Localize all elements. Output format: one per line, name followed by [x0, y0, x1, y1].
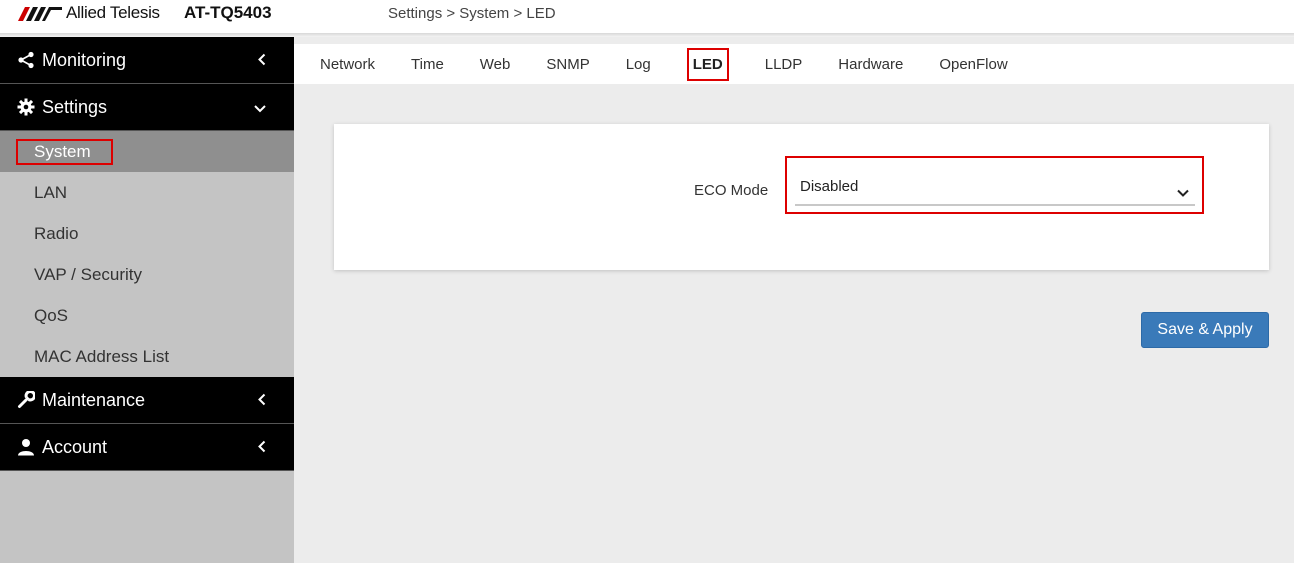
- chevron-left-icon: [258, 390, 266, 411]
- sidebar-item-label: System: [16, 138, 113, 165]
- tab-label: Log: [625, 55, 651, 73]
- chevron-left-icon: [258, 50, 266, 71]
- sidebar-item-label: QoS: [34, 305, 69, 325]
- tab-network[interactable]: Network: [294, 46, 393, 82]
- tab-label: OpenFlow: [939, 55, 1008, 73]
- allied-telesis-logo-icon: [18, 7, 62, 21]
- tab-label: SNMP: [546, 55, 590, 73]
- tab-label: Time: [411, 55, 444, 73]
- eco-mode-label: ECO Mode: [694, 182, 769, 199]
- chevron-down-icon: [254, 97, 266, 118]
- device-model: AT-TQ5403: [184, 3, 272, 22]
- sidebar-section-monitoring[interactable]: Monitoring: [0, 37, 294, 84]
- sidebar-item-label: VAP / Security: [34, 264, 143, 284]
- tab-label: Web: [479, 55, 511, 73]
- tab-label: LLDP: [764, 55, 803, 73]
- sidebar-section-label: Maintenance: [42, 389, 146, 410]
- eco-mode-select[interactable]: Disabled: [795, 168, 1195, 206]
- tab-snmp[interactable]: SNMP: [528, 46, 607, 82]
- sidebar-item-label: MAC Address List: [34, 346, 170, 366]
- tab-log[interactable]: Log: [608, 46, 669, 82]
- tab-lldp[interactable]: LLDP: [747, 46, 821, 82]
- sidebar-item-system[interactable]: System: [0, 131, 294, 172]
- share-icon: [16, 50, 36, 70]
- save-apply-button[interactable]: Save & Apply: [1141, 312, 1269, 348]
- breadcrumb: Settings > System > LED: [388, 5, 556, 22]
- sidebar-item-mac-address-list[interactable]: MAC Address List: [0, 336, 294, 377]
- tab-label: Hardware: [838, 55, 904, 73]
- eco-mode-highlight: Disabled: [785, 156, 1204, 214]
- sidebar-item-label: LAN: [34, 182, 68, 202]
- sidebar-item-radio[interactable]: Radio: [0, 213, 294, 254]
- sidebar-item-qos[interactable]: QoS: [0, 295, 294, 336]
- sidebar-item-label: Radio: [34, 223, 79, 243]
- sidebar-item-lan[interactable]: LAN: [0, 172, 294, 213]
- tab-label: Network: [320, 55, 376, 73]
- tab-hardware[interactable]: Hardware: [820, 46, 921, 82]
- brand-logo: Allied Telesis: [18, 2, 160, 24]
- gear-icon: [16, 97, 36, 117]
- chevron-left-icon: [258, 437, 266, 458]
- top-bar: Allied Telesis AT-TQ5403 Settings > Syst…: [0, 0, 1294, 34]
- tab-label: LED: [686, 47, 729, 81]
- brand-name: Allied Telesis: [66, 3, 160, 22]
- tab-led[interactable]: LED: [669, 46, 747, 82]
- sidebar: Monitoring Settings System LAN Radio VAP…: [0, 37, 294, 563]
- sidebar-section-account[interactable]: Account: [0, 424, 294, 471]
- user-icon: [16, 437, 36, 457]
- sidebar-section-label: Settings: [42, 96, 108, 117]
- sidebar-section-label: Monitoring: [42, 49, 127, 70]
- eco-mode-value: Disabled: [800, 178, 859, 195]
- tab-openflow[interactable]: OpenFlow: [921, 46, 1025, 82]
- sidebar-section-label: Account: [42, 436, 108, 457]
- settings-tabs: Network Time Web SNMP Log LED LLDP Hardw…: [294, 44, 1294, 84]
- chevron-down-icon: [1177, 184, 1189, 202]
- sidebar-section-settings[interactable]: Settings: [0, 84, 294, 131]
- tab-time[interactable]: Time: [393, 46, 462, 82]
- led-settings-card: ECO Mode Disabled: [334, 124, 1269, 270]
- sidebar-section-maintenance[interactable]: Maintenance: [0, 377, 294, 424]
- sidebar-item-vap-security[interactable]: VAP / Security: [0, 254, 294, 295]
- wrench-icon: [16, 390, 36, 410]
- tab-web[interactable]: Web: [462, 46, 529, 82]
